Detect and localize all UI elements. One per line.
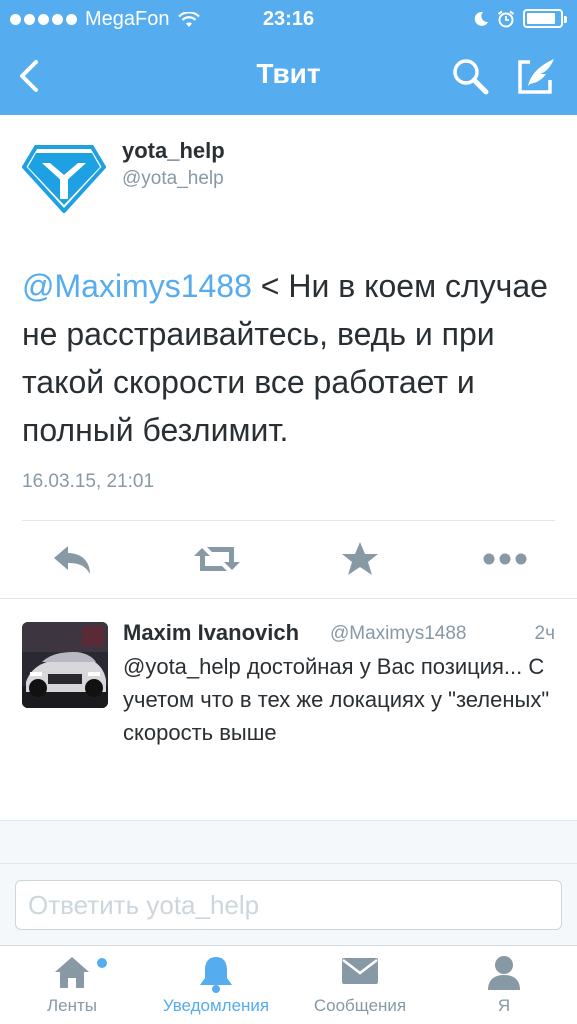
home-icon xyxy=(55,957,89,988)
reply-tweet[interactable]: Maxim Ivanovich @Maximys1488 2ч @yota_he… xyxy=(0,600,577,820)
tab-label: Уведомления xyxy=(162,996,270,1015)
reply-text: @yota_help достойная у Вас позиция... С … xyxy=(123,654,550,745)
tweet-text: @Maximys1488 < Ни в коем случае не расст… xyxy=(22,262,562,454)
status-bar: MegaFon 23:16 xyxy=(0,0,577,38)
yota-avatar[interactable] xyxy=(22,143,106,213)
retweet-icon[interactable] xyxy=(192,540,242,578)
envelope-icon xyxy=(342,958,378,984)
reply-author-name[interactable]: Maxim Ivanovich xyxy=(123,620,299,646)
person-icon xyxy=(488,956,520,990)
tab-me[interactable]: Я xyxy=(432,946,576,1024)
reply-icon[interactable] xyxy=(50,540,94,578)
tab-label: Сообщения xyxy=(313,996,407,1015)
divider xyxy=(22,520,555,521)
reply-author-avatar[interactable] xyxy=(22,622,108,708)
tab-messages[interactable]: Сообщения xyxy=(288,946,432,1024)
tweet-timestamp: 16.03.15, 21:01 xyxy=(22,471,155,492)
navigation-bar: Твит xyxy=(0,38,577,115)
reply-author-handle[interactable]: @Maximys1488 xyxy=(330,623,467,645)
more-dots-icon[interactable] xyxy=(482,540,528,578)
tab-timelines[interactable]: Ленты xyxy=(0,946,144,1024)
reply-age: 2ч xyxy=(534,623,555,644)
alarm-icon xyxy=(497,10,515,27)
reply-input[interactable] xyxy=(15,880,562,930)
battery-icon xyxy=(523,9,567,28)
author-handle[interactable]: @yota_help xyxy=(122,168,224,190)
divider xyxy=(0,598,577,599)
bell-icon xyxy=(200,957,232,993)
search-icon[interactable] xyxy=(450,56,490,96)
tweet-actions xyxy=(0,522,577,597)
tab-bar: Ленты Уведомления Сообщения Я xyxy=(0,945,577,1024)
moon-icon xyxy=(474,11,488,26)
tab-label: Я xyxy=(497,996,511,1015)
divider xyxy=(0,863,577,864)
page-title: Твит xyxy=(256,58,321,89)
divider xyxy=(0,820,577,821)
favorite-star-icon[interactable] xyxy=(340,540,380,578)
header-bar: MegaFon 23:16 Твит xyxy=(0,0,577,115)
author-name[interactable]: yota_help xyxy=(122,138,225,164)
mention-link[interactable]: @Maximys1488 xyxy=(22,268,252,304)
unread-dot xyxy=(97,958,107,968)
compose-icon[interactable] xyxy=(516,56,558,96)
tab-notifications[interactable]: Уведомления xyxy=(144,946,288,1024)
tab-label: Ленты xyxy=(46,996,97,1015)
